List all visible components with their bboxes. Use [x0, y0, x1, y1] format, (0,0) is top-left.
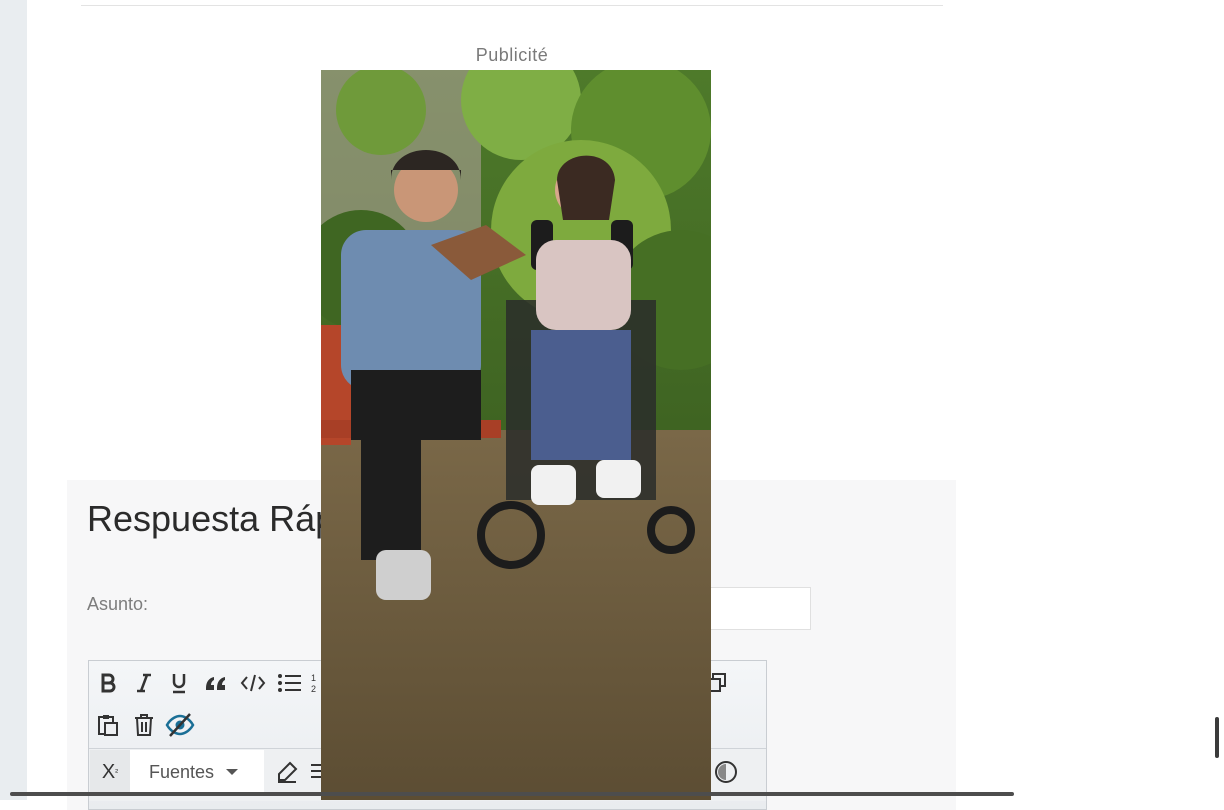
chevron-down-icon: [226, 769, 239, 775]
svg-text:2: 2: [311, 684, 316, 694]
divider: [81, 5, 943, 6]
svg-text:1: 1: [311, 673, 316, 683]
bullet-list-icon[interactable]: [275, 668, 305, 698]
numbered-list-icon[interactable]: 12: [305, 668, 321, 698]
align-icon[interactable]: [306, 757, 321, 787]
ad-label: Publicité: [475, 45, 549, 65]
bold-icon[interactable]: [93, 668, 123, 698]
vertical-scrollbar[interactable]: [1215, 717, 1219, 758]
subject-label: Asunto:: [87, 594, 149, 614]
superscript-button[interactable]: X²: [90, 750, 130, 794]
highlight-icon[interactable]: [272, 757, 302, 787]
superscript-label: X: [101, 760, 116, 783]
quote-icon[interactable]: [201, 668, 231, 698]
horizontal-scrollbar[interactable]: [10, 792, 1014, 796]
advertisement-image[interactable]: [321, 70, 711, 800]
fonts-dropdown[interactable]: Fuentes: [130, 750, 264, 794]
fonts-label: Fuentes: [149, 761, 215, 782]
code-icon[interactable]: [238, 668, 268, 698]
contrast-icon[interactable]: [711, 757, 741, 787]
delete-icon[interactable]: [129, 710, 159, 740]
paste-icon[interactable]: [93, 710, 123, 740]
underline-icon[interactable]: [164, 668, 194, 698]
left-margin-strip: [0, 0, 27, 800]
italic-icon[interactable]: [129, 668, 159, 698]
hide-icon[interactable]: [164, 710, 196, 740]
